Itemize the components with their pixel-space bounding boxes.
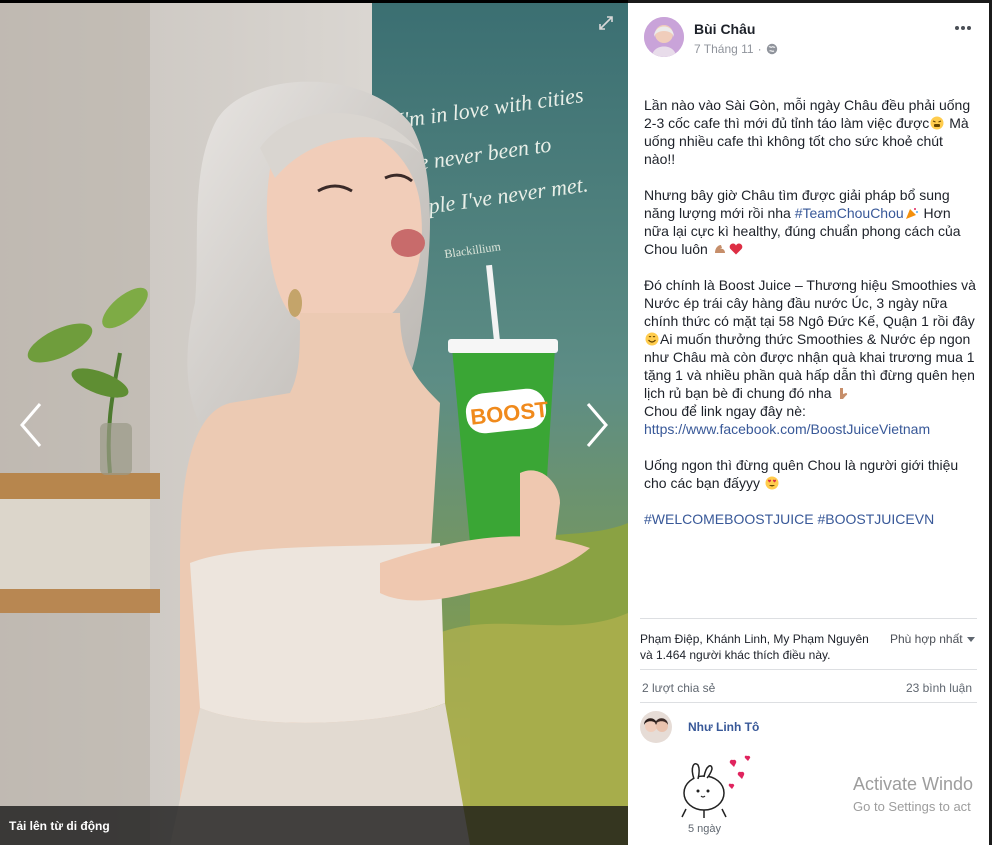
- party-popper-emoji-icon: [905, 208, 918, 219]
- paragraph-3: Đó chính là Boost Juice – Thương hiệu Sm…: [644, 277, 976, 437]
- comment-author[interactable]: Như Linh Tô: [688, 720, 759, 734]
- photo-viewer: I'm in love with cities I've never been …: [0, 0, 628, 845]
- bunny-hearts-sticker: [681, 755, 751, 818]
- tired-face-emoji-icon: [930, 116, 944, 130]
- more-icon[interactable]: [952, 17, 974, 39]
- caret-down-icon: [966, 636, 975, 642]
- pointing-down-emoji-icon: [840, 388, 848, 399]
- shares-count[interactable]: 2 lượt chia sẻ: [642, 681, 715, 695]
- post-photo: I'm in love with cities I've never been …: [0, 3, 628, 845]
- post-panel: Bùi Châu 7 Tháng 11 · Lần nào vào Sài Gò…: [628, 3, 989, 845]
- likes-summary[interactable]: Phạm Điệp, Khánh Linh, My Phạm Nguyên và…: [640, 631, 880, 663]
- boost-juice-link[interactable]: https://www.facebook.com/BoostJuiceVietn…: [644, 421, 930, 437]
- comment-time[interactable]: 5 ngày: [688, 823, 721, 835]
- hashtags: #WELCOMEBOOSTJUICE #BOOSTJUICEVN: [644, 510, 977, 528]
- divider: [640, 618, 977, 619]
- avatar[interactable]: [644, 17, 684, 57]
- comment-avatar[interactable]: [640, 711, 672, 743]
- comments-count[interactable]: 23 bình luận: [906, 681, 972, 695]
- expand-icon[interactable]: [598, 15, 614, 31]
- upload-label: Tải lên từ di động: [9, 819, 110, 833]
- paragraph-1: Lần nào vào Sài Gòn, mỗi ngày Châu đều p…: [644, 97, 971, 167]
- sort-dropdown[interactable]: Phù hợp nhất: [890, 632, 975, 646]
- sort-label: Phù hợp nhất: [890, 632, 963, 646]
- paragraph-4: Uống ngon thì đừng quên Chou là người gi…: [644, 457, 959, 491]
- paragraph-2: Nhưng bây giờ Châu tìm được giải pháp bổ…: [644, 187, 961, 257]
- post-date[interactable]: 7 Tháng 11: [694, 42, 754, 56]
- hashtag-teamchouchou[interactable]: #TeamChouChou: [795, 205, 904, 221]
- chevron-right-icon[interactable]: [580, 400, 614, 450]
- flexed-biceps-emoji-icon: [714, 245, 725, 253]
- upload-info-bar: Tải lên từ di động: [0, 806, 628, 845]
- hashtag-welcomeboostjuice[interactable]: #WELCOMEBOOSTJUICE: [644, 511, 814, 527]
- smiling-face-emoji-icon: [645, 332, 659, 346]
- divider: [640, 702, 977, 703]
- post-meta: 7 Tháng 11 ·: [694, 42, 778, 56]
- post-author[interactable]: Bùi Châu: [694, 21, 755, 37]
- chevron-left-icon[interactable]: [14, 400, 48, 450]
- divider: [640, 669, 977, 670]
- meta-separator: ·: [757, 42, 762, 56]
- post-text: Lần nào vào Sài Gòn, mỗi ngày Châu đều p…: [644, 96, 977, 546]
- globe-icon[interactable]: [766, 43, 778, 55]
- hashtag-boostjuicevn[interactable]: #BOOSTJUICEVN: [817, 511, 934, 527]
- red-heart-emoji-icon: [729, 243, 743, 255]
- activate-windows-watermark: Activate Windo Go to Settings to act: [853, 774, 974, 814]
- heart-eyes-emoji-icon: [765, 476, 779, 490]
